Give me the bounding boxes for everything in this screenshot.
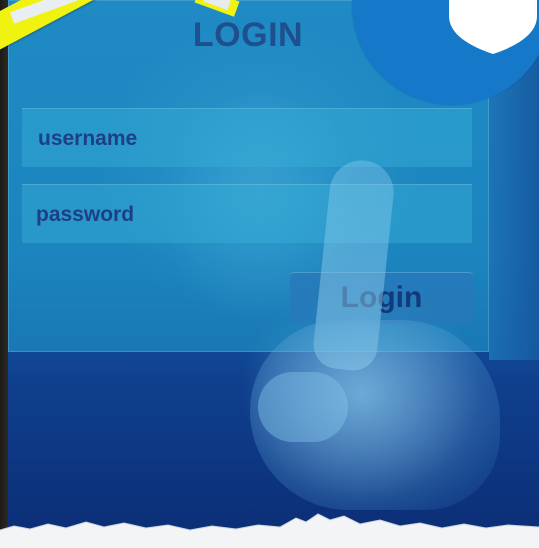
thumb-silhouette bbox=[258, 372, 348, 442]
left-edge-strip bbox=[0, 0, 8, 548]
password-field[interactable]: password bbox=[22, 184, 472, 243]
login-scene-photo: LOGIN username password Login bbox=[0, 0, 539, 548]
shield-icon bbox=[449, 0, 537, 54]
username-field[interactable]: username bbox=[22, 108, 472, 167]
password-label: password bbox=[36, 203, 135, 226]
torn-paper-edge bbox=[0, 513, 539, 548]
username-label: username bbox=[38, 127, 138, 150]
